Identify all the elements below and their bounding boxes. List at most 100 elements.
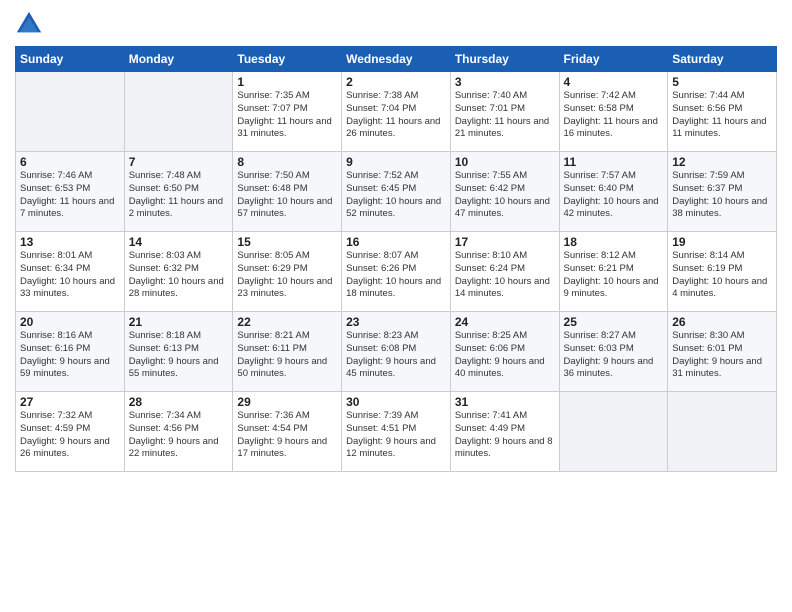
- day-number: 25: [564, 315, 664, 329]
- day-number: 28: [129, 395, 229, 409]
- calendar-cell: 12Sunrise: 7:59 AM Sunset: 6:37 PM Dayli…: [668, 152, 777, 232]
- day-info: Sunrise: 8:05 AM Sunset: 6:29 PM Dayligh…: [237, 250, 337, 301]
- day-number: 10: [455, 155, 555, 169]
- calendar-cell: [124, 72, 233, 152]
- day-number: 20: [20, 315, 120, 329]
- calendar-cell: 9Sunrise: 7:52 AM Sunset: 6:45 PM Daylig…: [342, 152, 451, 232]
- calendar-cell: [559, 392, 668, 472]
- weekday-header-wednesday: Wednesday: [342, 47, 451, 72]
- weekday-header-saturday: Saturday: [668, 47, 777, 72]
- weekday-header-thursday: Thursday: [450, 47, 559, 72]
- day-number: 27: [20, 395, 120, 409]
- day-info: Sunrise: 8:21 AM Sunset: 6:11 PM Dayligh…: [237, 330, 337, 381]
- calendar-cell: 24Sunrise: 8:25 AM Sunset: 6:06 PM Dayli…: [450, 312, 559, 392]
- calendar-cell: 27Sunrise: 7:32 AM Sunset: 4:59 PM Dayli…: [16, 392, 125, 472]
- day-number: 13: [20, 235, 120, 249]
- day-info: Sunrise: 8:03 AM Sunset: 6:32 PM Dayligh…: [129, 250, 229, 301]
- day-number: 4: [564, 75, 664, 89]
- day-info: Sunrise: 8:23 AM Sunset: 6:08 PM Dayligh…: [346, 330, 446, 381]
- calendar-cell: 3Sunrise: 7:40 AM Sunset: 7:01 PM Daylig…: [450, 72, 559, 152]
- calendar-cell: 2Sunrise: 7:38 AM Sunset: 7:04 PM Daylig…: [342, 72, 451, 152]
- day-number: 23: [346, 315, 446, 329]
- day-info: Sunrise: 7:41 AM Sunset: 4:49 PM Dayligh…: [455, 410, 555, 461]
- calendar-cell: 23Sunrise: 8:23 AM Sunset: 6:08 PM Dayli…: [342, 312, 451, 392]
- day-number: 9: [346, 155, 446, 169]
- day-number: 6: [20, 155, 120, 169]
- calendar-cell: 20Sunrise: 8:16 AM Sunset: 6:16 PM Dayli…: [16, 312, 125, 392]
- day-info: Sunrise: 7:38 AM Sunset: 7:04 PM Dayligh…: [346, 90, 446, 141]
- day-number: 1: [237, 75, 337, 89]
- weekday-header-monday: Monday: [124, 47, 233, 72]
- day-number: 16: [346, 235, 446, 249]
- calendar-cell: 30Sunrise: 7:39 AM Sunset: 4:51 PM Dayli…: [342, 392, 451, 472]
- day-info: Sunrise: 8:30 AM Sunset: 6:01 PM Dayligh…: [672, 330, 772, 381]
- day-number: 2: [346, 75, 446, 89]
- day-info: Sunrise: 8:18 AM Sunset: 6:13 PM Dayligh…: [129, 330, 229, 381]
- calendar-cell: 26Sunrise: 8:30 AM Sunset: 6:01 PM Dayli…: [668, 312, 777, 392]
- day-info: Sunrise: 7:36 AM Sunset: 4:54 PM Dayligh…: [237, 410, 337, 461]
- day-info: Sunrise: 8:07 AM Sunset: 6:26 PM Dayligh…: [346, 250, 446, 301]
- calendar-cell: 21Sunrise: 8:18 AM Sunset: 6:13 PM Dayli…: [124, 312, 233, 392]
- day-number: 3: [455, 75, 555, 89]
- day-info: Sunrise: 7:39 AM Sunset: 4:51 PM Dayligh…: [346, 410, 446, 461]
- day-number: 21: [129, 315, 229, 329]
- calendar-table: SundayMondayTuesdayWednesdayThursdayFrid…: [15, 46, 777, 472]
- calendar-cell: 15Sunrise: 8:05 AM Sunset: 6:29 PM Dayli…: [233, 232, 342, 312]
- weekday-header-tuesday: Tuesday: [233, 47, 342, 72]
- day-number: 5: [672, 75, 772, 89]
- day-number: 11: [564, 155, 664, 169]
- calendar-cell: [668, 392, 777, 472]
- calendar-cell: 31Sunrise: 7:41 AM Sunset: 4:49 PM Dayli…: [450, 392, 559, 472]
- day-info: Sunrise: 8:14 AM Sunset: 6:19 PM Dayligh…: [672, 250, 772, 301]
- day-number: 18: [564, 235, 664, 249]
- day-info: Sunrise: 7:52 AM Sunset: 6:45 PM Dayligh…: [346, 170, 446, 221]
- calendar-cell: 5Sunrise: 7:44 AM Sunset: 6:56 PM Daylig…: [668, 72, 777, 152]
- day-info: Sunrise: 8:25 AM Sunset: 6:06 PM Dayligh…: [455, 330, 555, 381]
- calendar-cell: 28Sunrise: 7:34 AM Sunset: 4:56 PM Dayli…: [124, 392, 233, 472]
- day-info: Sunrise: 7:50 AM Sunset: 6:48 PM Dayligh…: [237, 170, 337, 221]
- day-number: 29: [237, 395, 337, 409]
- day-info: Sunrise: 7:34 AM Sunset: 4:56 PM Dayligh…: [129, 410, 229, 461]
- day-info: Sunrise: 8:10 AM Sunset: 6:24 PM Dayligh…: [455, 250, 555, 301]
- calendar-cell: 25Sunrise: 8:27 AM Sunset: 6:03 PM Dayli…: [559, 312, 668, 392]
- calendar-cell: 18Sunrise: 8:12 AM Sunset: 6:21 PM Dayli…: [559, 232, 668, 312]
- day-number: 19: [672, 235, 772, 249]
- day-info: Sunrise: 8:16 AM Sunset: 6:16 PM Dayligh…: [20, 330, 120, 381]
- day-number: 7: [129, 155, 229, 169]
- calendar-cell: [16, 72, 125, 152]
- calendar-cell: 4Sunrise: 7:42 AM Sunset: 6:58 PM Daylig…: [559, 72, 668, 152]
- day-info: Sunrise: 8:01 AM Sunset: 6:34 PM Dayligh…: [20, 250, 120, 301]
- weekday-header-sunday: Sunday: [16, 47, 125, 72]
- calendar-cell: 7Sunrise: 7:48 AM Sunset: 6:50 PM Daylig…: [124, 152, 233, 232]
- calendar-cell: 29Sunrise: 7:36 AM Sunset: 4:54 PM Dayli…: [233, 392, 342, 472]
- day-info: Sunrise: 7:42 AM Sunset: 6:58 PM Dayligh…: [564, 90, 664, 141]
- day-info: Sunrise: 7:46 AM Sunset: 6:53 PM Dayligh…: [20, 170, 120, 221]
- day-number: 30: [346, 395, 446, 409]
- day-info: Sunrise: 7:35 AM Sunset: 7:07 PM Dayligh…: [237, 90, 337, 141]
- calendar-cell: 11Sunrise: 7:57 AM Sunset: 6:40 PM Dayli…: [559, 152, 668, 232]
- calendar-cell: 8Sunrise: 7:50 AM Sunset: 6:48 PM Daylig…: [233, 152, 342, 232]
- weekday-header-friday: Friday: [559, 47, 668, 72]
- day-info: Sunrise: 7:57 AM Sunset: 6:40 PM Dayligh…: [564, 170, 664, 221]
- calendar-cell: 22Sunrise: 8:21 AM Sunset: 6:11 PM Dayli…: [233, 312, 342, 392]
- day-info: Sunrise: 7:32 AM Sunset: 4:59 PM Dayligh…: [20, 410, 120, 461]
- day-info: Sunrise: 8:12 AM Sunset: 6:21 PM Dayligh…: [564, 250, 664, 301]
- calendar-cell: 17Sunrise: 8:10 AM Sunset: 6:24 PM Dayli…: [450, 232, 559, 312]
- day-number: 24: [455, 315, 555, 329]
- day-number: 12: [672, 155, 772, 169]
- calendar-cell: 13Sunrise: 8:01 AM Sunset: 6:34 PM Dayli…: [16, 232, 125, 312]
- day-info: Sunrise: 7:40 AM Sunset: 7:01 PM Dayligh…: [455, 90, 555, 141]
- day-info: Sunrise: 7:48 AM Sunset: 6:50 PM Dayligh…: [129, 170, 229, 221]
- calendar-cell: 14Sunrise: 8:03 AM Sunset: 6:32 PM Dayli…: [124, 232, 233, 312]
- calendar-cell: 6Sunrise: 7:46 AM Sunset: 6:53 PM Daylig…: [16, 152, 125, 232]
- calendar-cell: 1Sunrise: 7:35 AM Sunset: 7:07 PM Daylig…: [233, 72, 342, 152]
- calendar-cell: 10Sunrise: 7:55 AM Sunset: 6:42 PM Dayli…: [450, 152, 559, 232]
- day-number: 31: [455, 395, 555, 409]
- calendar-cell: 19Sunrise: 8:14 AM Sunset: 6:19 PM Dayli…: [668, 232, 777, 312]
- day-info: Sunrise: 8:27 AM Sunset: 6:03 PM Dayligh…: [564, 330, 664, 381]
- day-info: Sunrise: 7:59 AM Sunset: 6:37 PM Dayligh…: [672, 170, 772, 221]
- logo: [15, 10, 47, 38]
- calendar-cell: 16Sunrise: 8:07 AM Sunset: 6:26 PM Dayli…: [342, 232, 451, 312]
- day-info: Sunrise: 7:44 AM Sunset: 6:56 PM Dayligh…: [672, 90, 772, 141]
- day-number: 14: [129, 235, 229, 249]
